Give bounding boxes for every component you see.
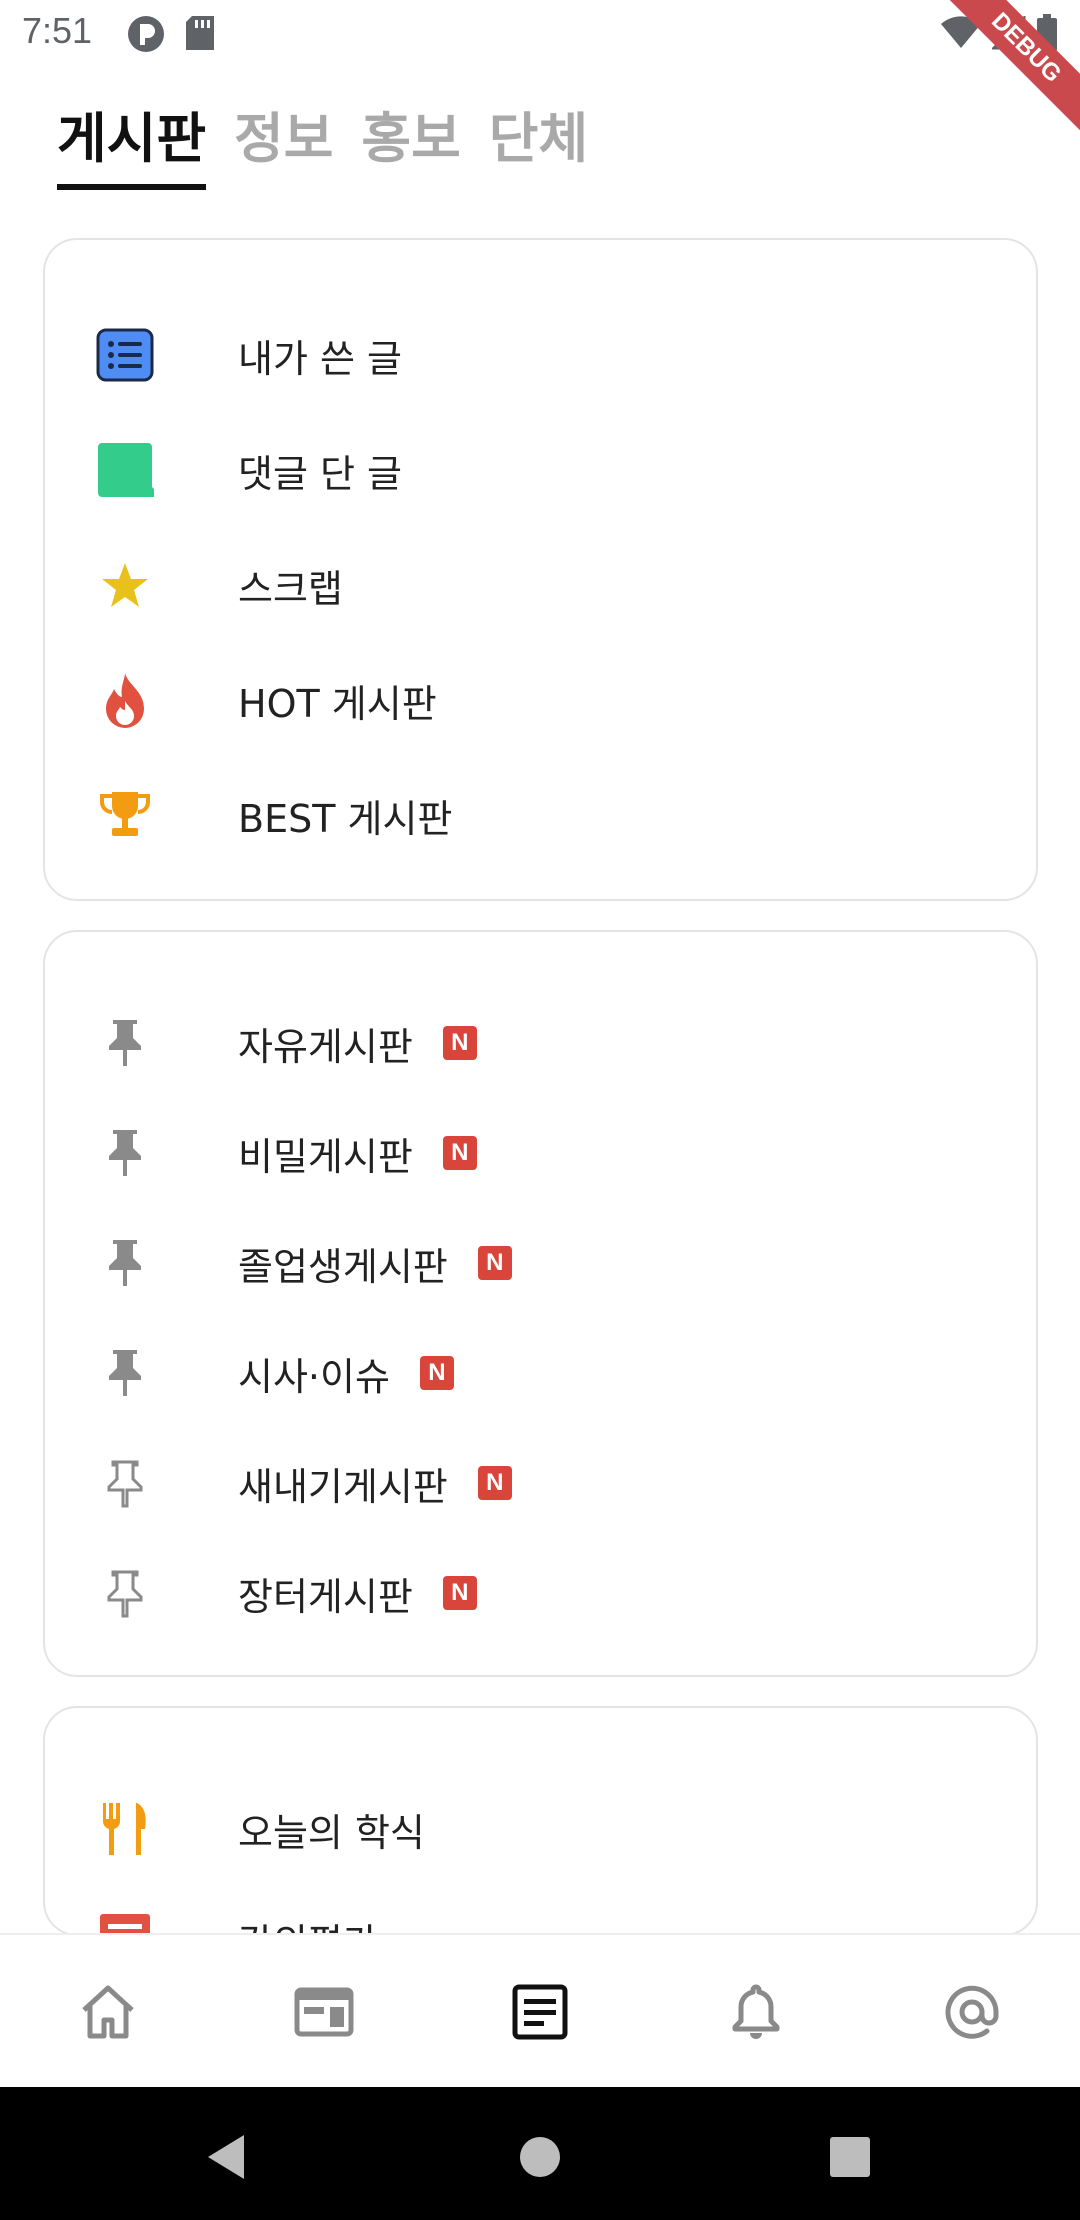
pin-filled-icon[interactable]: [95, 1123, 155, 1183]
nav-notifications[interactable]: [648, 1935, 864, 2089]
board-label-market: 장터게시판 N: [238, 1566, 477, 1621]
at-sign-icon: [945, 1985, 999, 2039]
commented-posts-item[interactable]: 댓글 단 글: [45, 415, 1036, 525]
my-posts-item[interactable]: 내가 쓴 글: [45, 300, 1036, 410]
board-item-secret[interactable]: 비밀게시판 N: [45, 1098, 1036, 1208]
camera-notification-icon: [128, 16, 164, 52]
tab-promotion[interactable]: 홍보: [361, 104, 460, 190]
list-icon: [95, 325, 155, 385]
scrap-label: 스크랩: [238, 566, 343, 611]
pin-outline-icon[interactable]: [95, 1563, 155, 1623]
home-icon: [82, 1985, 134, 2039]
system-home-button[interactable]: [500, 2117, 580, 2197]
new-badge: N: [442, 1136, 477, 1170]
back-triangle-icon: [208, 2135, 244, 2179]
boards-card: 자유게시판 N 비밀게시판 N 졸업생게시판 N 시사·이슈 N 새내기게시판 N 장터게…: [43, 930, 1038, 1677]
nav-messages[interactable]: [864, 1935, 1080, 2089]
status-bar: 7:51: [0, 0, 1080, 66]
new-badge: N: [477, 1246, 512, 1280]
system-navigation-bar: [0, 2087, 1080, 2220]
board-icon: [512, 1984, 568, 2040]
new-badge: N: [442, 1026, 477, 1060]
campus-card: 오늘의 학식 강의평가: [43, 1706, 1038, 1936]
nav-home[interactable]: [0, 1935, 216, 2089]
system-recents-button[interactable]: [810, 2117, 890, 2197]
new-badge: N: [477, 1466, 512, 1500]
wifi-icon: [941, 16, 981, 48]
board-item-free[interactable]: 자유게시판 N: [45, 988, 1036, 1098]
pin-filled-icon[interactable]: [95, 1013, 155, 1073]
pin-filled-icon[interactable]: [95, 1343, 155, 1403]
system-back-button[interactable]: [186, 2117, 266, 2197]
cafeteria-menu-item[interactable]: 오늘의 학식: [45, 1774, 1036, 1884]
trophy-icon: [95, 785, 155, 845]
board-label-issues: 시사·이슈 N: [238, 1346, 454, 1401]
new-badge: N: [419, 1356, 454, 1390]
board-label-freshman: 새내기게시판 N: [238, 1456, 512, 1511]
cell-signal-icon: [992, 16, 1026, 50]
my-activity-card: 내가 쓴 글 댓글 단 글 스크랩 HOT 게시판 BEST 게시판: [43, 238, 1038, 901]
best-board-label: BEST 게시판: [238, 796, 453, 841]
board-label-alumni: 졸업생게시판 N: [238, 1236, 512, 1291]
tab-board[interactable]: 게시판: [57, 104, 207, 190]
timetable-icon: [294, 1987, 354, 2037]
lecture-review-icon: [95, 1909, 155, 1934]
cafeteria-menu-label: 오늘의 학식: [238, 1810, 425, 1855]
status-system-icons: [940, 14, 1058, 52]
battery-icon: [1037, 14, 1057, 51]
sd-card-icon: [186, 16, 214, 50]
board-item-issues[interactable]: 시사·이슈 N: [45, 1318, 1036, 1428]
nav-timetable[interactable]: [216, 1935, 432, 2089]
my-posts-label: 내가 쓴 글: [238, 336, 402, 381]
hot-board-item[interactable]: HOT 게시판: [45, 645, 1036, 755]
scrap-item[interactable]: 스크랩: [45, 530, 1036, 640]
category-tabs: 게시판 정보 홍보 단체: [57, 104, 588, 190]
recents-square-icon: [830, 2137, 870, 2177]
board-label-free: 자유게시판 N: [238, 1016, 477, 1071]
board-item-market[interactable]: 장터게시판 N: [45, 1538, 1036, 1648]
star-icon: [95, 555, 155, 615]
tab-groups[interactable]: 단체: [489, 104, 588, 190]
commented-posts-label: 댓글 단 글: [238, 451, 402, 496]
bottom-navigation: [0, 1933, 1080, 2087]
best-board-item[interactable]: BEST 게시판: [45, 760, 1036, 870]
hot-board-label: HOT 게시판: [238, 681, 437, 726]
fire-icon: [95, 670, 155, 730]
comment-icon: [95, 440, 155, 500]
home-circle-icon: [520, 2137, 560, 2177]
tab-info[interactable]: 정보: [234, 104, 333, 190]
pin-filled-icon[interactable]: [95, 1233, 155, 1293]
lecture-review-item[interactable]: 강의평가: [45, 1884, 1036, 1934]
board-item-freshman[interactable]: 새내기게시판 N: [45, 1428, 1036, 1538]
status-time: 7:51: [22, 10, 93, 51]
status-notification-icons: [126, 14, 216, 54]
nav-board[interactable]: [432, 1935, 648, 2089]
bell-icon: [732, 1984, 780, 2039]
new-badge: N: [442, 1576, 477, 1610]
pin-outline-icon[interactable]: [95, 1453, 155, 1513]
utensils-icon: [95, 1799, 155, 1859]
board-item-alumni[interactable]: 졸업생게시판 N: [45, 1208, 1036, 1318]
board-label-secret: 비밀게시판 N: [238, 1126, 477, 1181]
